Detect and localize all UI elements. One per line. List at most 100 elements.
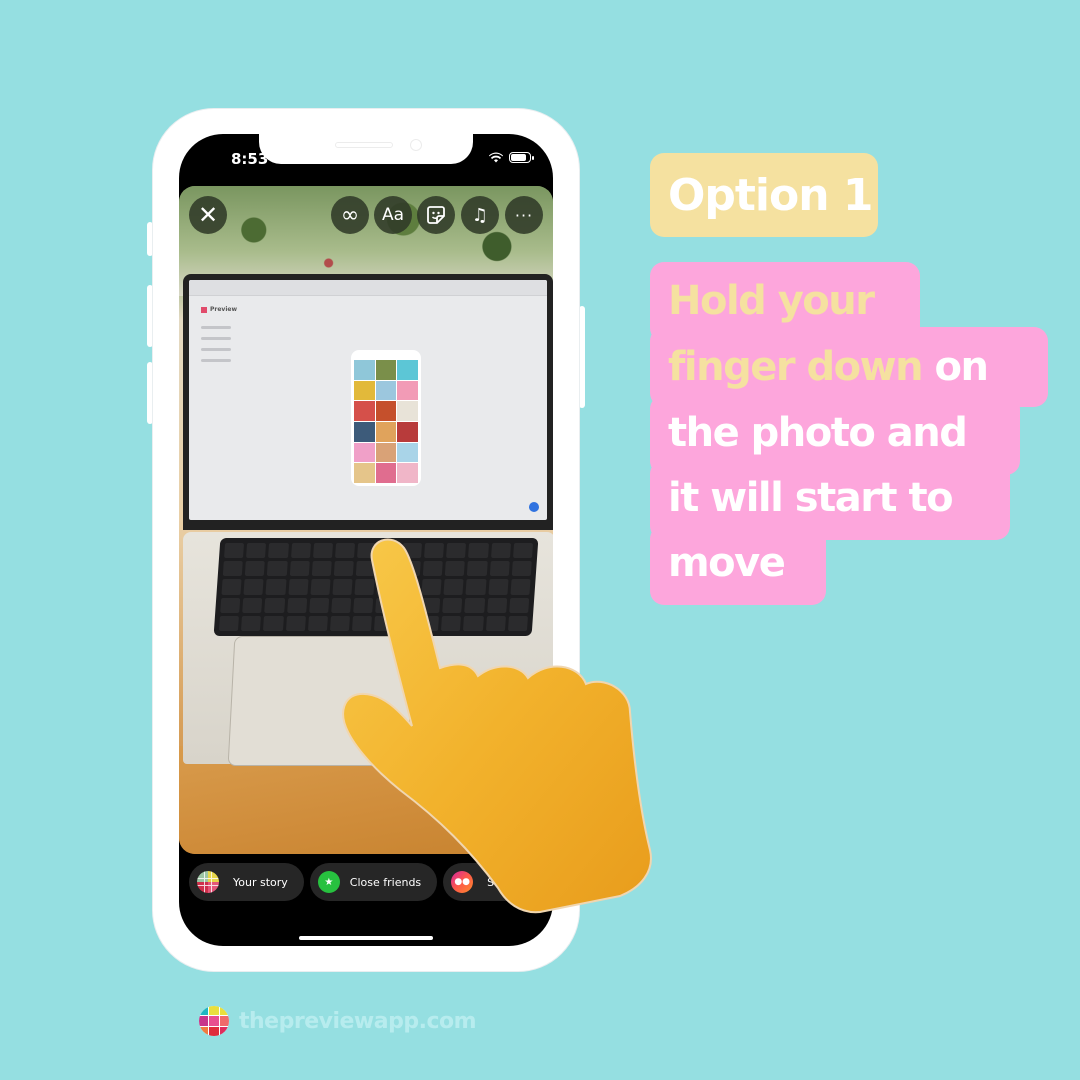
keyboard-key: [468, 543, 489, 559]
boomerang-button[interactable]: ∞: [331, 196, 369, 234]
keyboard-key: [489, 561, 510, 577]
keyboard-key: [465, 579, 487, 595]
your-story-button[interactable]: Your story: [189, 863, 304, 901]
logo-cell: [199, 1006, 209, 1016]
footer: thepreviewapp.com: [199, 1006, 477, 1036]
keyboard-key: [222, 561, 244, 577]
grid-thumbnail: [375, 421, 397, 442]
laptop-app-title-text: Preview: [210, 306, 238, 313]
share-label: Share: [487, 875, 519, 889]
footer-url[interactable]: thepreviewapp.com: [239, 1009, 477, 1034]
logo-cell: [209, 1026, 219, 1036]
keyboard-key: [375, 597, 396, 613]
star-icon: ★: [317, 871, 340, 893]
close-icon: ✕: [197, 201, 219, 229]
keyboard-key: [423, 543, 445, 559]
keyboard-key: [399, 579, 420, 595]
grid-thumbnail: [397, 421, 418, 442]
keyboard-key: [510, 579, 531, 595]
sticker-icon: [427, 206, 445, 224]
status-icons: [489, 152, 534, 163]
logo-cell: [219, 1006, 229, 1016]
keyboard-key: [264, 597, 285, 613]
keyboard-key: [511, 561, 532, 577]
keyboard-key: [356, 561, 377, 577]
instruction-line: move: [668, 540, 786, 586]
sticker-button[interactable]: [417, 196, 455, 234]
share-button[interactable]: ●● Share: [443, 863, 535, 901]
keyboard-key: [485, 615, 506, 631]
text-button[interactable]: Aa: [374, 196, 412, 234]
keyboard-key: [444, 561, 466, 577]
music-icon: ♫: [471, 204, 489, 226]
keyboard-key: [333, 561, 355, 577]
close-friends-label: Close friends: [349, 875, 422, 889]
keyboard-key: [353, 597, 374, 613]
close-button[interactable]: ✕: [189, 196, 227, 234]
instruction-text: on: [922, 344, 988, 390]
keyboard-key: [309, 597, 330, 613]
keyboard-key: [396, 615, 417, 631]
close-friends-button[interactable]: ★ Close friends: [309, 863, 438, 901]
grid-thumbnail: [354, 463, 375, 483]
instruction-text: it will start to: [668, 475, 954, 521]
laptop-app-title: Preview: [201, 306, 237, 313]
grid-thumbnail: [354, 360, 375, 380]
grid-thumbnail: [375, 360, 397, 380]
keyboard-key: [288, 579, 309, 595]
grid-thumbnail: [354, 421, 375, 442]
notch-speaker: [335, 142, 393, 148]
grid-thumbnail: [375, 463, 397, 483]
grid-thumbnail: [375, 442, 397, 463]
keyboard-key: [376, 579, 398, 595]
keyboard-key: [464, 597, 485, 613]
laptop-display: Preview: [189, 280, 547, 520]
keyboard-key: [242, 597, 263, 613]
keyboard-key: [352, 615, 373, 631]
logo-cell: [199, 1026, 209, 1036]
instruction-line: Hold your: [668, 278, 875, 324]
keyboard-key: [354, 579, 376, 595]
keyboard-key: [241, 615, 262, 631]
keyboard-key: [442, 597, 463, 613]
keyboard-key: [422, 561, 443, 577]
keyboard-key: [311, 561, 332, 577]
keyboard-key: [512, 543, 534, 559]
keyboard-key: [267, 561, 288, 577]
keyboard-key: [421, 579, 442, 595]
home-indicator[interactable]: [299, 936, 433, 940]
preview-logo-icon: [201, 306, 207, 313]
logo-cell: [219, 1026, 229, 1036]
keyboard-key: [418, 615, 440, 631]
story-photo[interactable]: Preview: [179, 186, 553, 854]
grid-thumbnail: [354, 442, 375, 463]
keyboard-key: [310, 579, 331, 595]
grid-thumbnail: [397, 442, 418, 463]
photo-laptop-screen: Preview: [183, 274, 553, 530]
phone-screen: 8:53 Preview ✕ ∞ Aa ♫ ··· Your story ★ C…: [179, 134, 553, 946]
battery-icon: [509, 152, 534, 163]
keyboard-key: [463, 615, 484, 631]
keyboard-key: [331, 597, 352, 613]
option-badge: Option 1: [650, 153, 878, 237]
grid-thumbnail: [397, 360, 418, 380]
keyboard-key: [397, 597, 419, 613]
keyboard-key: [357, 543, 378, 559]
laptop-sidebar: [201, 326, 231, 370]
keyboard-key: [312, 543, 334, 559]
keyboard-key: [486, 597, 508, 613]
more-button[interactable]: ···: [505, 196, 543, 234]
keyboard-key: [400, 561, 421, 577]
keyboard-key: [332, 579, 353, 595]
instruction-text: move: [668, 540, 786, 586]
instruction-text: the photo and: [668, 410, 968, 456]
instruction-line: it will start to: [668, 475, 954, 521]
music-button[interactable]: ♫: [461, 196, 499, 234]
keyboard-key: [268, 543, 289, 559]
keyboard-key: [265, 579, 287, 595]
keyboard-key: [379, 543, 400, 559]
notch-camera: [410, 139, 422, 151]
grid-thumbnail: [354, 401, 375, 421]
keyboard-key: [307, 615, 329, 631]
keyboard-key: [507, 615, 528, 631]
